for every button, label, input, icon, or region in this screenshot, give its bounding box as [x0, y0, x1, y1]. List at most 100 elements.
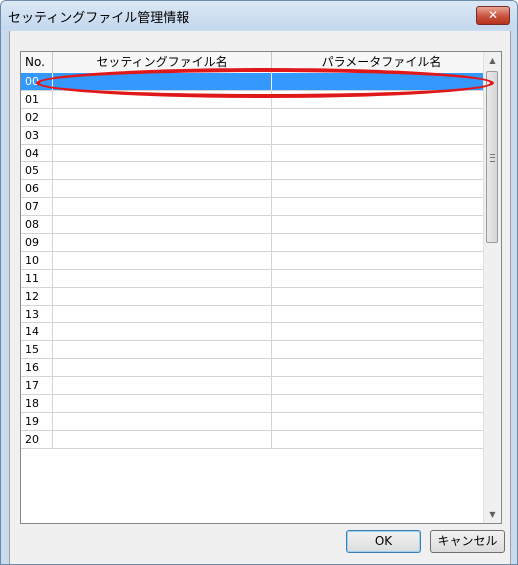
table-row[interactable]: 11	[21, 269, 491, 288]
row-number-cell[interactable]: 03	[21, 126, 53, 144]
table-row[interactable]: 19	[21, 412, 491, 431]
row-number-cell[interactable]: 11	[21, 269, 53, 287]
table-row[interactable]: 08	[21, 216, 491, 235]
parameter-file-name-cell[interactable]	[272, 431, 491, 448]
row-number-cell[interactable]: 02	[21, 108, 53, 126]
close-button[interactable]: ✕	[476, 6, 510, 25]
table-row[interactable]: 16	[21, 359, 491, 378]
row-number-cell[interactable]: 07	[21, 198, 53, 216]
parameter-file-name-cell[interactable]	[272, 109, 491, 126]
setting-file-name-cell[interactable]	[53, 73, 272, 90]
parameter-file-name-cell[interactable]	[272, 377, 491, 394]
table-row[interactable]: 14	[21, 323, 491, 342]
row-number-cell[interactable]: 17	[21, 377, 53, 395]
setting-file-name-cell[interactable]	[53, 162, 272, 180]
cancel-button[interactable]: キャンセル	[430, 530, 505, 553]
parameter-file-name-cell[interactable]	[272, 306, 491, 323]
close-icon: ✕	[487, 8, 499, 22]
parameter-file-name-cell[interactable]	[272, 180, 491, 197]
parameter-file-name-cell[interactable]	[272, 323, 491, 340]
parameter-file-name-cell[interactable]	[272, 145, 491, 162]
scrollbar-thumb[interactable]	[486, 71, 498, 243]
setting-file-name-cell[interactable]	[53, 377, 272, 395]
parameter-file-name-cell[interactable]	[272, 234, 491, 251]
scroll-up-button[interactable]: ▲	[484, 52, 501, 69]
row-number-cell[interactable]: 09	[21, 234, 53, 251]
row-number-cell[interactable]: 14	[21, 323, 53, 341]
setting-file-name-cell[interactable]	[53, 305, 272, 323]
parameter-file-name-cell[interactable]	[272, 395, 491, 412]
setting-file-name-cell[interactable]	[53, 108, 272, 126]
table-row[interactable]: 15	[21, 341, 491, 360]
row-number-cell[interactable]: 20	[21, 430, 53, 448]
row-number-cell[interactable]: 08	[21, 216, 53, 234]
setting-file-name-cell[interactable]	[53, 251, 272, 269]
parameter-file-name-cell[interactable]	[272, 216, 491, 233]
scroll-down-button[interactable]: ▼	[484, 506, 501, 523]
table-row[interactable]: 06	[21, 180, 491, 199]
setting-file-name-cell[interactable]	[53, 216, 272, 234]
table-row[interactable]: 20	[21, 430, 491, 449]
table-row[interactable]: 07	[21, 198, 491, 217]
parameter-file-name-cell[interactable]	[272, 73, 491, 90]
row-number-cell[interactable]: 18	[21, 395, 53, 412]
parameter-file-name-cell[interactable]	[272, 359, 491, 376]
setting-file-name-cell[interactable]	[53, 126, 272, 144]
setting-file-name-cell[interactable]	[53, 287, 272, 305]
table-row[interactable]: 00	[21, 73, 491, 91]
row-number-cell[interactable]: 13	[21, 305, 53, 323]
ok-button[interactable]: OK	[346, 530, 421, 553]
parameter-file-name-cell[interactable]	[272, 288, 491, 305]
column-header-setting-file-name[interactable]: セッティングファイル名	[53, 52, 272, 73]
parameter-file-name-cell[interactable]	[272, 127, 491, 144]
table-row[interactable]: 02	[21, 108, 491, 127]
row-number-cell[interactable]: 15	[21, 341, 53, 359]
table-row[interactable]: 04	[21, 144, 491, 163]
setting-file-name-cell[interactable]	[53, 198, 272, 216]
column-header-parameter-file-name[interactable]: パラメータファイル名	[272, 52, 491, 73]
parameter-file-name-cell[interactable]	[272, 198, 491, 215]
table-row[interactable]: 03	[21, 126, 491, 145]
table-row[interactable]: 12	[21, 287, 491, 306]
row-number-cell[interactable]: 00	[21, 73, 53, 90]
setting-file-name-cell[interactable]	[53, 90, 272, 108]
row-number-cell[interactable]: 04	[21, 144, 53, 162]
setting-file-name-cell[interactable]	[53, 144, 272, 162]
title-bar[interactable]: セッティングファイル管理情報 ✕	[1, 1, 517, 29]
table-row[interactable]: 18	[21, 395, 491, 413]
setting-file-name-cell[interactable]	[53, 180, 272, 198]
row-number-cell[interactable]: 16	[21, 359, 53, 377]
setting-file-name-cell[interactable]	[53, 430, 272, 448]
grip-icon	[490, 154, 495, 162]
setting-file-name-cell[interactable]	[53, 269, 272, 287]
setting-file-name-cell[interactable]	[53, 412, 272, 430]
setting-file-name-cell[interactable]	[53, 395, 272, 412]
parameter-file-name-cell[interactable]	[272, 91, 491, 108]
setting-file-name-cell[interactable]	[53, 323, 272, 341]
table-row[interactable]: 01	[21, 90, 491, 109]
parameter-file-name-cell[interactable]	[272, 413, 491, 430]
setting-file-name-cell[interactable]	[53, 341, 272, 359]
table-row[interactable]: 09	[21, 234, 491, 252]
row-number-cell[interactable]: 19	[21, 412, 53, 430]
row-number-cell[interactable]: 06	[21, 180, 53, 198]
column-header-no[interactable]: No.	[21, 52, 53, 73]
table-row[interactable]: 05	[21, 162, 491, 181]
row-number-cell[interactable]: 05	[21, 162, 53, 180]
setting-file-name-cell[interactable]	[53, 234, 272, 251]
parameter-file-name-cell[interactable]	[272, 270, 491, 287]
table-header: No. セッティングファイル名 パラメータファイル名	[21, 52, 491, 74]
row-number-cell[interactable]: 12	[21, 287, 53, 305]
row-number-cell[interactable]: 01	[21, 90, 53, 108]
table-row[interactable]: 17	[21, 377, 491, 396]
parameter-file-name-cell[interactable]	[272, 252, 491, 269]
parameter-file-name-cell[interactable]	[272, 162, 491, 179]
vertical-scrollbar[interactable]: ▲ ▼	[483, 52, 501, 523]
table-row[interactable]: 13	[21, 305, 491, 324]
scroll-down-icon: ▼	[489, 510, 496, 519]
setting-file-name-cell[interactable]	[53, 359, 272, 377]
parameter-file-name-cell[interactable]	[272, 341, 491, 358]
table-row[interactable]: 10	[21, 251, 491, 270]
settings-file-table[interactable]: No. セッティングファイル名 パラメータファイル名 00 01 02 03 04 05 0…	[20, 51, 502, 524]
row-number-cell[interactable]: 10	[21, 251, 53, 269]
